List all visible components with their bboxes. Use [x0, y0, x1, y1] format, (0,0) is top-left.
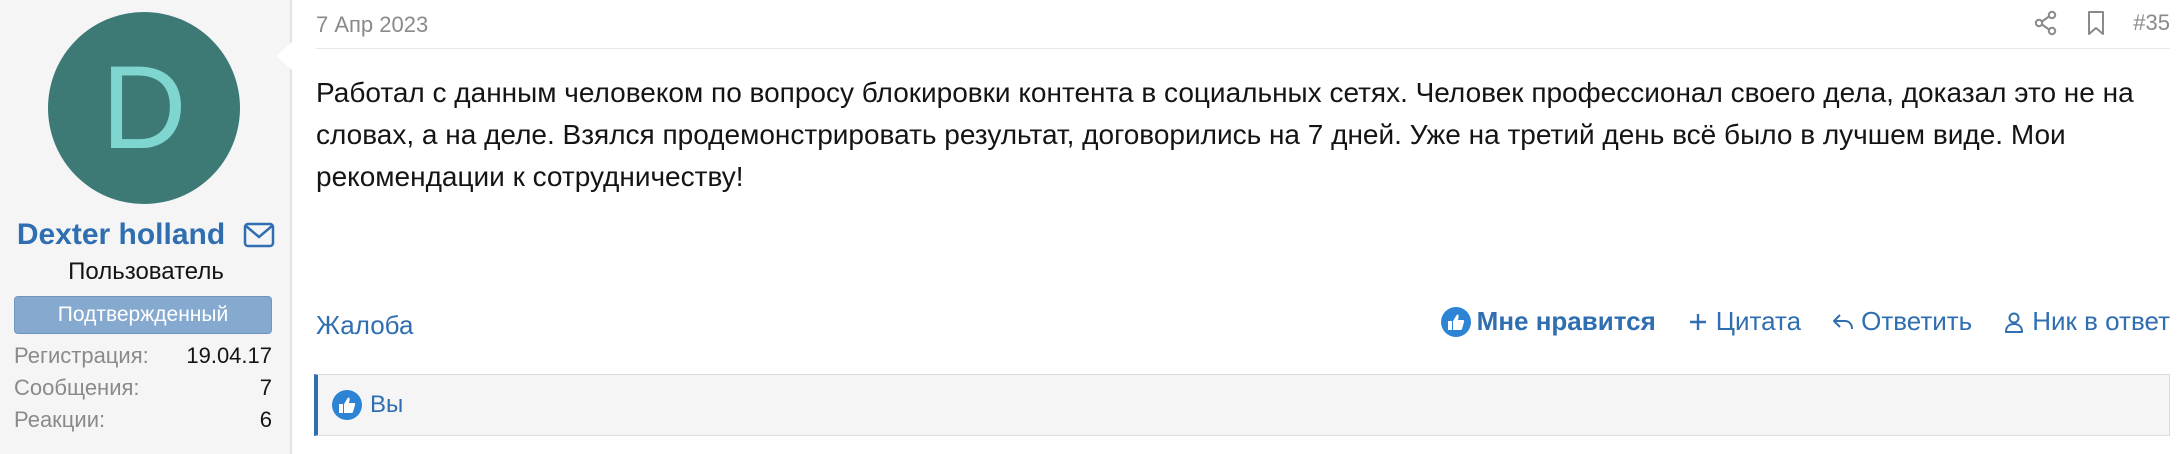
- thumbs-up-icon: [332, 390, 362, 420]
- user-sidebar: D Dexter holland Пользователь Подтвержде…: [0, 0, 292, 454]
- mail-icon[interactable]: [243, 222, 275, 248]
- reactions-bar[interactable]: Вы: [314, 374, 2170, 436]
- like-button[interactable]: Мне нравится: [1440, 306, 1656, 337]
- reactions-list-link[interactable]: Вы: [370, 391, 403, 419]
- stat-row-messages: Сообщения: 7: [14, 372, 272, 404]
- user-stats: Регистрация: 19.04.17 Сообщения: 7 Реакц…: [14, 340, 272, 436]
- stat-row-registration: Регистрация: 19.04.17: [14, 340, 272, 372]
- stat-value: 6: [259, 407, 272, 432]
- stat-value: 7: [259, 375, 272, 400]
- user-banner: Подтвержденный: [14, 296, 272, 334]
- post-tools: #35: [2033, 10, 2170, 36]
- user-name-row: Dexter holland: [0, 218, 292, 252]
- thumbs-up-icon: [1440, 306, 1471, 337]
- nick-reply-label: Ник в ответ: [2032, 306, 2170, 336]
- stat-row-reactions: Реакции: 6: [14, 404, 272, 436]
- avatar-letter: D: [101, 42, 187, 174]
- post-body: Работал с данным человеком по вопросу бл…: [316, 77, 2134, 192]
- message-arrow: [276, 42, 292, 70]
- nick-reply-button[interactable]: Ник в ответ: [2002, 306, 2170, 337]
- plus-icon: [1686, 310, 1710, 334]
- post-date[interactable]: 7 Апр 2023: [316, 12, 428, 38]
- quote-button[interactable]: Цитата: [1686, 306, 1801, 337]
- person-icon: [2002, 310, 2026, 334]
- quote-label: Цитата: [1715, 306, 1802, 336]
- stat-label: Реакции:: [14, 407, 106, 432]
- reply-label: Ответить: [1861, 306, 1973, 336]
- post-actions: Мне нравится Цитата Ответить Ник в ответ: [1440, 306, 2170, 337]
- reply-icon: [1831, 310, 1855, 334]
- stat-label: Регистрация:: [14, 343, 149, 368]
- post-number[interactable]: #35: [2133, 10, 2170, 36]
- header-divider: [316, 48, 2170, 49]
- user-title: Пользователь: [68, 258, 224, 285]
- report-link[interactable]: Жалоба: [316, 310, 413, 341]
- avatar[interactable]: D: [48, 12, 240, 204]
- reply-button[interactable]: Ответить: [1831, 306, 1972, 337]
- stat-label: Сообщения:: [14, 375, 140, 400]
- stat-value: 19.04.17: [186, 343, 272, 368]
- bookmark-icon[interactable]: [2083, 10, 2109, 36]
- like-label: Мне нравится: [1476, 306, 1656, 336]
- username-link[interactable]: Dexter holland: [17, 218, 225, 252]
- share-icon[interactable]: [2033, 10, 2059, 36]
